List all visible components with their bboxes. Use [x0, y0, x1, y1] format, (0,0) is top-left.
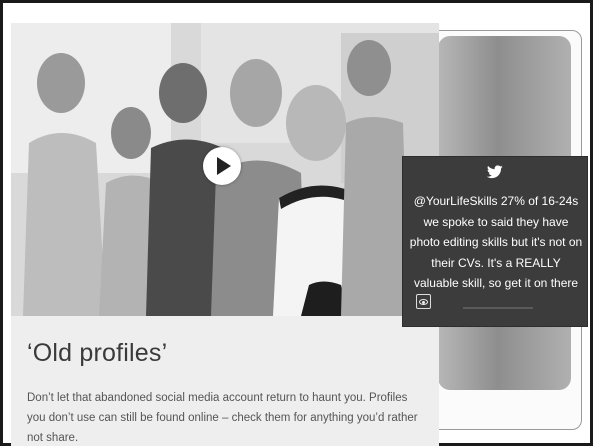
eye-pupil [422, 301, 425, 304]
section-headline: ‘Old profiles’ [27, 339, 168, 367]
tweet-card: @YourLifeSkills 27% of 16-24s we spoke t… [402, 156, 588, 327]
tweet-text: @YourLifeSkills 27% of 16-24s we spoke t… [409, 194, 583, 290]
play-icon [217, 157, 231, 175]
twitter-bird-icon [487, 165, 503, 179]
view-icon[interactable] [416, 294, 431, 309]
video-thumbnail[interactable] [11, 23, 439, 316]
tweet-divider [463, 307, 533, 309]
content-card: ‘Old profiles’ Don’t let that abandoned … [11, 23, 439, 446]
section-body-text: Don’t let that abandoned social media ac… [27, 392, 418, 444]
play-button[interactable] [203, 147, 241, 185]
